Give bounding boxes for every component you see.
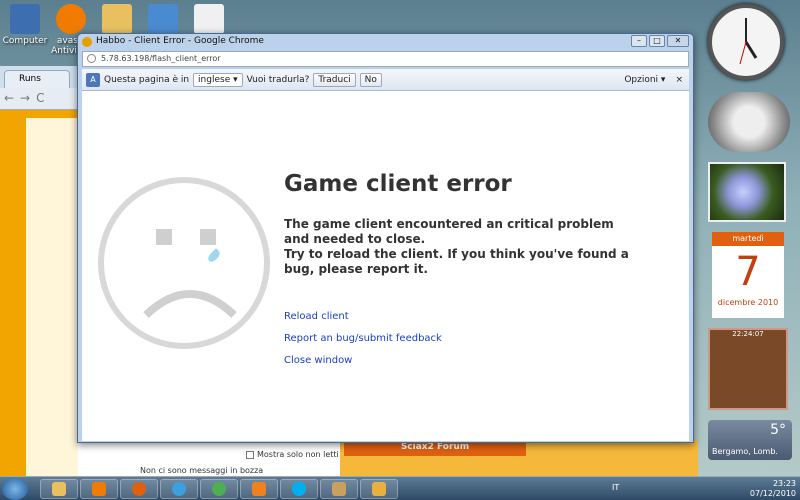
calendar-gadget[interactable]: martedì 7 dicembre 2010 (712, 232, 784, 318)
taskbar-app[interactable] (160, 479, 198, 499)
page-icon (87, 54, 96, 63)
error-links: Reload client Report an bug/submit feedb… (284, 311, 442, 377)
sad-face-icon (98, 177, 270, 349)
taskbar-skype[interactable] (280, 479, 318, 499)
tray-language[interactable]: IT (612, 483, 619, 492)
background-browser-window: Runs ←→C (0, 66, 78, 476)
translate-icon: A (86, 72, 100, 87)
taskbar-explorer[interactable] (40, 479, 78, 499)
desktop-icon-folder[interactable] (94, 4, 140, 36)
address-bar[interactable]: 5.78.63.198/flash_client_error (82, 51, 689, 67)
error-message: The game client encountered an critical … (284, 217, 634, 277)
desktop-icon-label: Computer (2, 36, 48, 46)
calendar-weekday: martedì (732, 234, 764, 243)
slideshow-gadget[interactable] (708, 162, 786, 222)
language-select[interactable]: inglese ▾ (193, 72, 243, 87)
error-message-line1: The game client encountered an critical … (284, 217, 614, 246)
reload-client-link[interactable]: Reload client (284, 311, 442, 322)
show-unread-checkbox[interactable]: Mostra solo non letti (246, 450, 339, 459)
translate-prefix: Questa pagina è in (104, 74, 190, 85)
window-titlebar[interactable]: Habbo - Client Error - Google Chrome – □… (78, 34, 693, 50)
gadget-sidebar: martedì 7 dicembre 2010 22:24:07 5° Berg… (700, 0, 800, 476)
clock-date: 07/12/2010 (749, 489, 796, 498)
habbo-icon (82, 37, 92, 47)
window-title: Habbo - Client Error - Google Chrome (96, 36, 264, 46)
picture-puzzle-gadget[interactable]: 22:24:07 (708, 328, 788, 410)
close-window-link[interactable]: Close window (284, 355, 442, 366)
puzzle-timer: 22:24:07 (732, 330, 764, 338)
tear-icon (206, 248, 222, 264)
taskbar-xampp[interactable] (240, 479, 278, 499)
maximize-button[interactable]: □ (649, 35, 665, 47)
translate-question: Vuoi tradurla? (246, 74, 310, 85)
weather-gadget[interactable]: 5° Bergamo, Lomb. (708, 420, 792, 460)
desktop-icon-program[interactable] (140, 4, 186, 36)
taskbar-firefox[interactable] (120, 479, 158, 499)
close-button[interactable]: ✕ (667, 35, 689, 47)
calendar-day: 7 (735, 249, 761, 295)
taskbar-media-player[interactable] (80, 479, 118, 499)
no-messages-text: Non ci sono messaggi in bozza (140, 466, 264, 475)
cpu-meter-gadget[interactable] (708, 92, 790, 152)
options-menu[interactable]: Opzioni ▾ (624, 75, 665, 85)
taskbar-app3[interactable] (360, 479, 398, 499)
clock-gadget[interactable] (708, 4, 784, 80)
translate-button[interactable]: Traduci (313, 72, 356, 87)
no-translate-button[interactable]: No (359, 72, 382, 87)
background-page-bottom: Mostra solo non letti Non ci sono messag… (78, 440, 698, 476)
taskbar-app2[interactable] (320, 479, 358, 499)
url-text: 5.78.63.198/flash_client_error (101, 54, 221, 63)
weather-temp: 5° (770, 422, 786, 438)
desktop-icon-document[interactable] (186, 4, 232, 36)
error-title: Game client error (284, 171, 512, 197)
minimize-button[interactable]: – (631, 35, 647, 47)
background-tab[interactable]: Runs (4, 70, 70, 88)
calendar-month: dicembre 2010 (717, 298, 779, 307)
desktop-icon-computer[interactable]: Computer (2, 4, 48, 46)
report-bug-link[interactable]: Report an bug/submit feedback (284, 333, 442, 344)
background-tab-label: Runs (19, 74, 41, 84)
translate-bar: A Questa pagina è in inglese ▾ Vuoi trad… (82, 69, 689, 91)
avast-icon (56, 4, 86, 34)
weather-city: Bergamo, Lomb. (712, 447, 778, 456)
right-eye (200, 229, 216, 245)
computer-icon (10, 4, 40, 34)
habbo-background-page (0, 110, 78, 476)
left-eye (156, 229, 172, 245)
program-icon (148, 4, 178, 34)
taskbar-chrome[interactable] (200, 479, 238, 499)
error-message-line2: Try to reload the client. If you think y… (284, 247, 629, 276)
translate-close-icon[interactable]: × (675, 75, 683, 85)
system-clock[interactable]: 23:23 07/12/2010 (750, 479, 796, 499)
start-button[interactable] (2, 478, 28, 500)
chrome-window: Habbo - Client Error - Google Chrome – □… (77, 33, 694, 443)
page-content: Game client error The game client encoun… (82, 91, 689, 441)
background-nav-buttons[interactable]: ←→C (0, 88, 78, 110)
folder-icon (102, 4, 132, 34)
clock-time: 23:23 (772, 479, 796, 488)
document-icon (194, 4, 224, 34)
taskbar: IT 23:23 07/12/2010 (0, 476, 800, 500)
